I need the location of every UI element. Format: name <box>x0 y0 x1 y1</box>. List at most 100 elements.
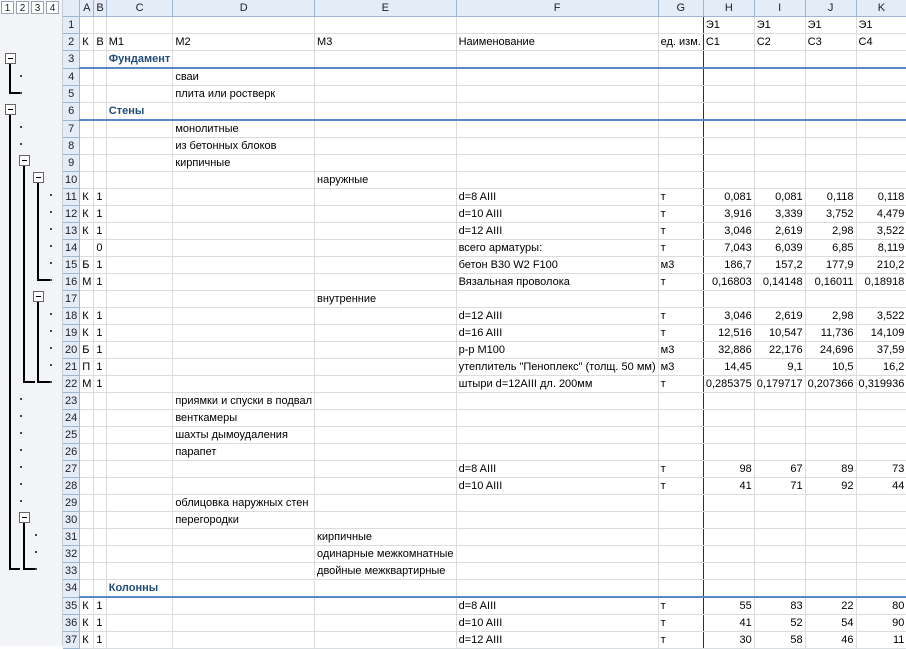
cell-i-35[interactable]: 83 <box>754 597 806 615</box>
cell-k-7[interactable] <box>856 120 906 138</box>
cell-g-19[interactable]: т <box>658 324 704 342</box>
cell-d-35[interactable] <box>172 597 316 615</box>
cell-h-4[interactable] <box>703 68 755 86</box>
row-header[interactable]: 8 <box>63 137 81 155</box>
cell-k-16[interactable]: 0,18918 <box>856 273 906 291</box>
cell-f-4[interactable] <box>456 68 659 86</box>
cell-h-28[interactable]: 41 <box>703 477 755 495</box>
cell-g-7[interactable] <box>658 120 704 138</box>
cell-a-32[interactable] <box>79 545 95 563</box>
cell-a-13[interactable]: К <box>79 222 95 240</box>
cell-j-23[interactable] <box>805 392 857 410</box>
row-header[interactable]: 14 <box>63 239 81 257</box>
cell-e-3[interactable] <box>314 50 457 69</box>
cell-a-5[interactable] <box>79 85 95 103</box>
cell-g-9[interactable] <box>658 154 704 172</box>
cell-e-36[interactable] <box>314 614 457 632</box>
cell-j-4[interactable] <box>805 68 857 86</box>
cell-d-24[interactable]: венткамеры <box>172 409 316 427</box>
cell-i-14[interactable]: 6,039 <box>754 239 806 257</box>
cell-e-33[interactable]: двойные межквартирные <box>314 562 457 580</box>
row-header[interactable]: 34 <box>63 579 81 598</box>
cell-f-23[interactable] <box>456 392 659 410</box>
cell-f-16[interactable]: Вязальная проволока <box>456 273 659 291</box>
cell-j-18[interactable]: 2,98 <box>805 307 857 325</box>
cell-b-15[interactable]: 1 <box>93 256 107 274</box>
cell-h-3[interactable] <box>703 50 755 69</box>
cell-b-19[interactable]: 1 <box>93 324 107 342</box>
row-header[interactable]: 24 <box>63 409 81 427</box>
cell-f-14[interactable]: всего арматуры: <box>456 239 659 257</box>
cell-d-30[interactable]: перегородки <box>172 511 316 529</box>
cell-c-19[interactable] <box>106 324 174 342</box>
cell-b-1[interactable] <box>93 16 107 34</box>
cell-a-25[interactable] <box>79 426 95 444</box>
column-header-h[interactable]: H <box>703 0 755 17</box>
cell-g-14[interactable]: т <box>658 239 704 257</box>
cell-k-12[interactable]: 4,479 <box>856 205 906 223</box>
cell-d-1[interactable] <box>172 16 316 34</box>
cell-c-28[interactable] <box>106 477 174 495</box>
cell-k-18[interactable]: 3,522 <box>856 307 906 325</box>
cell-a-22[interactable]: М <box>79 375 95 393</box>
cell-d-9[interactable]: кирпичные <box>172 154 316 172</box>
cell-d-22[interactable] <box>172 375 316 393</box>
cell-e-6[interactable] <box>314 102 457 121</box>
cell-c-14[interactable] <box>106 239 174 257</box>
cell-f-29[interactable] <box>456 494 659 512</box>
row-header[interactable]: 19 <box>63 324 81 342</box>
cell-k-21[interactable]: 16,2 <box>856 358 906 376</box>
row-header[interactable]: 7 <box>63 120 81 138</box>
cell-g-2[interactable]: ед. изм. <box>658 33 704 51</box>
cell-g-16[interactable]: т <box>658 273 704 291</box>
cell-e-8[interactable] <box>314 137 457 155</box>
cell-h-36[interactable]: 41 <box>703 614 755 632</box>
cell-g-26[interactable] <box>658 443 704 461</box>
cell-e-9[interactable] <box>314 154 457 172</box>
cell-b-24[interactable] <box>93 409 107 427</box>
cell-i-7[interactable] <box>754 120 806 138</box>
cell-d-17[interactable] <box>172 290 316 308</box>
cell-k-10[interactable] <box>856 171 906 189</box>
cell-b-29[interactable] <box>93 494 107 512</box>
cell-k-4[interactable] <box>856 68 906 86</box>
cell-i-20[interactable]: 22,176 <box>754 341 806 359</box>
cell-e-35[interactable] <box>314 597 457 615</box>
cell-c-25[interactable] <box>106 426 174 444</box>
cell-g-8[interactable] <box>658 137 704 155</box>
cell-a-23[interactable] <box>79 392 95 410</box>
cell-b-34[interactable] <box>93 579 107 598</box>
cell-f-15[interactable]: бетон В30 W2 F100 <box>456 256 659 274</box>
cell-e-18[interactable] <box>314 307 457 325</box>
cell-c-22[interactable] <box>106 375 174 393</box>
cell-a-28[interactable] <box>79 477 95 495</box>
row-header[interactable]: 9 <box>63 154 81 172</box>
cell-c-3[interactable]: Фундамент <box>106 50 174 69</box>
cell-c-18[interactable] <box>106 307 174 325</box>
cell-i-28[interactable]: 71 <box>754 477 806 495</box>
cell-k-30[interactable] <box>856 511 906 529</box>
row-header[interactable]: 18 <box>63 307 81 325</box>
cell-e-32[interactable]: одинарные межкомнатные <box>314 545 457 563</box>
cell-c-31[interactable] <box>106 528 174 546</box>
cell-d-29[interactable]: облицовка наружных стен <box>172 494 316 512</box>
cell-h-22[interactable]: 0,285375 <box>703 375 755 393</box>
column-header-f[interactable]: F <box>456 0 659 17</box>
cell-h-25[interactable] <box>703 426 755 444</box>
cell-b-33[interactable] <box>93 562 107 580</box>
cell-g-20[interactable]: м3 <box>658 341 704 359</box>
column-header-k[interactable]: K <box>856 0 906 17</box>
cell-k-33[interactable] <box>856 562 906 580</box>
cell-d-27[interactable] <box>172 460 316 478</box>
cell-f-32[interactable] <box>456 545 659 563</box>
cell-h-15[interactable]: 186,7 <box>703 256 755 274</box>
cell-g-25[interactable] <box>658 426 704 444</box>
row-header[interactable]: 20 <box>63 341 81 359</box>
cell-h-20[interactable]: 32,886 <box>703 341 755 359</box>
cell-a-35[interactable]: К <box>79 597 95 615</box>
cell-a-36[interactable]: К <box>79 614 95 632</box>
cell-h-10[interactable] <box>703 171 755 189</box>
cell-k-28[interactable]: 44 <box>856 477 906 495</box>
cell-e-11[interactable] <box>314 188 457 206</box>
outline-level-4-button[interactable]: 4 <box>46 1 59 14</box>
